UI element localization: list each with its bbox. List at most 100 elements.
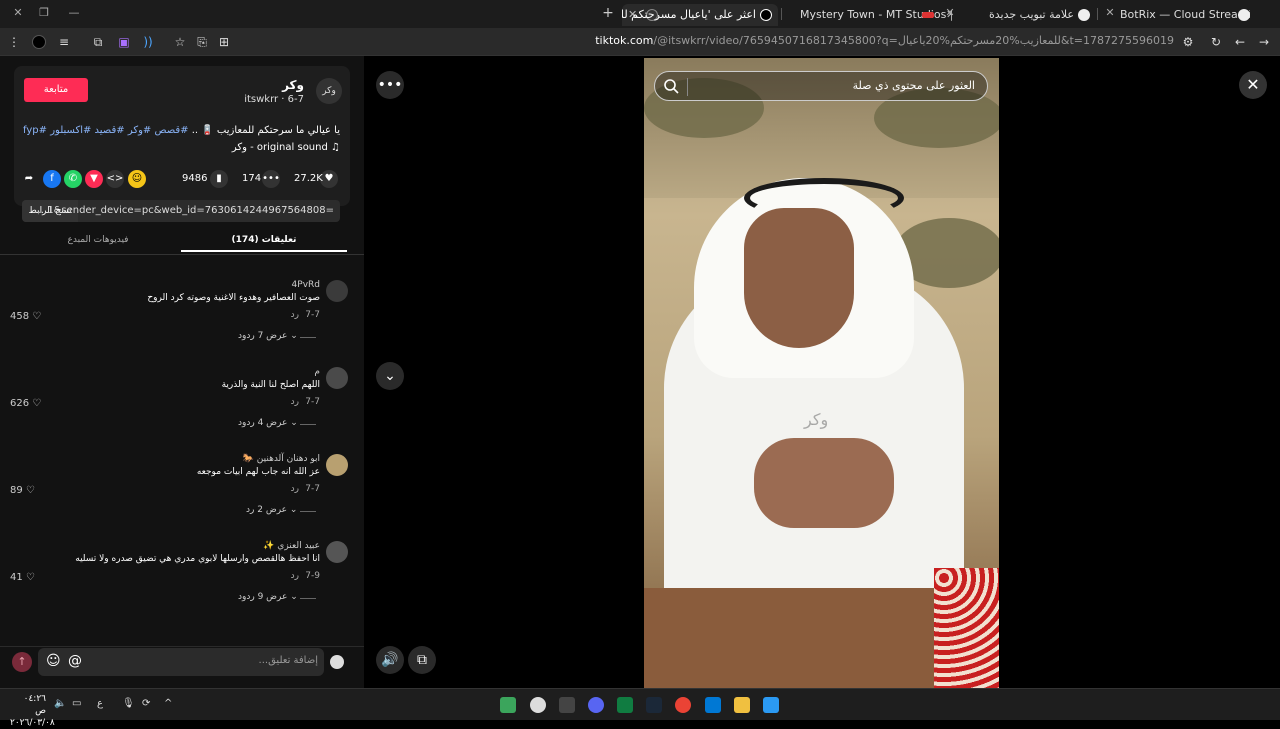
tab-comments[interactable]: تعليقات (174) bbox=[181, 228, 347, 252]
restore-window-icon[interactable]: ❐ bbox=[34, 4, 54, 22]
app-green-icon[interactable] bbox=[500, 697, 516, 713]
install-app-icon[interactable]: ⊞ bbox=[216, 34, 232, 50]
commenter-avatar[interactable] bbox=[326, 541, 348, 563]
playlist-icon[interactable]: ≡ bbox=[56, 34, 72, 50]
commenter-name[interactable]: عبيد العنزي ✨ bbox=[263, 541, 320, 551]
app-swirl-icon[interactable] bbox=[559, 697, 575, 713]
facebook-icon[interactable]: f bbox=[43, 170, 61, 188]
sync-icon[interactable]: ⟳ bbox=[142, 698, 150, 709]
comment-like[interactable]: 626 ♡ bbox=[10, 398, 41, 409]
store-icon[interactable] bbox=[705, 697, 721, 713]
reload-icon[interactable]: ↻ bbox=[1208, 34, 1224, 50]
reply-button[interactable]: رد bbox=[291, 397, 299, 407]
close-tab-icon[interactable]: ✕ bbox=[1100, 4, 1120, 22]
chevron-down-icon: ⌄ bbox=[287, 592, 298, 602]
tab-new-tab[interactable]: علامة تبويب جديدة bbox=[968, 4, 1092, 26]
share-link-text[interactable]: ...1&sender_device=pc&web_id=76306142449… bbox=[38, 205, 334, 216]
comment-text: صوت العصافير وهدوء الاغنية وصوته كرد الر… bbox=[147, 293, 320, 303]
reply-button[interactable]: رد bbox=[291, 310, 299, 320]
picture-in-picture-icon[interactable]: ⧉ bbox=[408, 646, 436, 674]
site-settings-icon[interactable]: ⚙ bbox=[1180, 34, 1196, 50]
file-explorer-icon[interactable] bbox=[734, 697, 750, 713]
comment-date: 7-7 bbox=[305, 397, 320, 407]
follow-button[interactable]: متابعة bbox=[24, 78, 88, 102]
new-tab-button[interactable]: + bbox=[598, 4, 618, 22]
tray-chevron-icon[interactable]: ^ bbox=[164, 698, 172, 709]
comment-like[interactable]: 89 ♡ bbox=[10, 485, 35, 496]
profile-icon[interactable] bbox=[32, 35, 46, 49]
language-indicator[interactable]: ع bbox=[97, 698, 103, 709]
comment-icon[interactable]: ••• bbox=[262, 170, 280, 188]
reply-button[interactable]: رد bbox=[291, 571, 299, 581]
emoji-icon[interactable]: ☺ bbox=[46, 653, 61, 669]
discord-icon[interactable] bbox=[588, 697, 604, 713]
comment-text: اللهم اصلح لنا النية والذرية bbox=[221, 380, 320, 390]
twitch-icon[interactable]: ▣ bbox=[116, 34, 132, 50]
network-icon[interactable]: ▭ bbox=[72, 698, 81, 709]
chevron-down-icon: ⌄ bbox=[287, 505, 298, 515]
close-tab-icon[interactable]: ✕ bbox=[940, 4, 960, 22]
video-player[interactable]: وكر bbox=[644, 58, 999, 688]
view-replies-button[interactable]: ⌄ عرض 7 ردود bbox=[238, 331, 298, 341]
bookmark-star-icon[interactable]: ☆ bbox=[172, 34, 188, 50]
send-arrow-icon[interactable]: ↑ bbox=[12, 652, 32, 672]
steam-icon[interactable] bbox=[646, 697, 662, 713]
creator-name[interactable]: وكر bbox=[282, 78, 304, 92]
tab-botrix[interactable]: BotRix — Cloud Streaming Bot bbox=[1118, 4, 1250, 26]
replies-divider bbox=[300, 511, 316, 512]
view-replies-button[interactable]: ⌄ عرض 4 ردود bbox=[238, 418, 298, 428]
back-icon[interactable]: ← bbox=[1232, 34, 1248, 50]
whatsapp-icon[interactable]: ✆ bbox=[64, 170, 82, 188]
microphone-icon[interactable]: 🎙 bbox=[122, 698, 135, 709]
send-friends-icon[interactable]: ▼ bbox=[85, 170, 103, 188]
comment-like[interactable]: 41 ♡ bbox=[10, 572, 35, 583]
more-options-icon[interactable]: ••• bbox=[376, 71, 404, 99]
menu-dots-icon[interactable]: ⋮ bbox=[6, 34, 22, 50]
tab-tiktok-search[interactable]: ✕ اعثر على 'ياعيال مسرحتكم للـ bbox=[622, 4, 778, 26]
tab-creator-videos[interactable]: فيديوهات المبدع bbox=[15, 228, 181, 252]
related-search-box[interactable]: العثور على محتوى ذي صلة bbox=[654, 71, 988, 101]
close-window-icon[interactable]: ✕ bbox=[8, 4, 28, 22]
windows-start-icon[interactable] bbox=[763, 697, 779, 713]
minimize-window-icon[interactable]: — bbox=[64, 4, 84, 22]
user-avatar[interactable] bbox=[330, 655, 344, 669]
wave-icon[interactable]: )) bbox=[140, 34, 156, 50]
extensions-icon[interactable]: ⧉ bbox=[90, 34, 106, 50]
smiley-share-icon[interactable]: ☺ bbox=[128, 170, 146, 188]
system-clock[interactable]: ٠٤:٢٦ ص ٢٠٢٦/٠٣/٠٨ bbox=[10, 693, 55, 729]
scroll-down-chevron-icon[interactable]: ⌄ bbox=[376, 362, 404, 390]
commenter-name[interactable]: م bbox=[314, 367, 320, 377]
close-icon[interactable]: ✕ bbox=[1239, 71, 1267, 99]
search-icon[interactable] bbox=[663, 78, 679, 94]
commenter-name[interactable]: ابو دهنان آلدهنين 🐎 bbox=[243, 454, 320, 464]
commenter-avatar[interactable] bbox=[326, 280, 348, 302]
comment-like-count: 41 bbox=[10, 572, 23, 583]
view-replies-label: عرض 9 ردود bbox=[238, 592, 288, 602]
share-arrow-icon[interactable]: ➦ bbox=[20, 170, 38, 188]
chevron-down-icon: ⌄ bbox=[287, 331, 298, 341]
commenter-name[interactable]: 4PvRd bbox=[292, 280, 320, 290]
embed-code-icon[interactable]: <> bbox=[106, 170, 124, 188]
view-replies-button[interactable]: ⌄ عرض 2 رد bbox=[246, 505, 297, 515]
commenter-avatar[interactable] bbox=[326, 454, 348, 476]
tab-mystery-town[interactable]: Mystery Town - MT Studios | M ✕ bbox=[784, 4, 952, 26]
translate-icon[interactable]: ⎘ bbox=[194, 34, 210, 50]
browser-tab-strip: ✕ ❐ — + ✕ اعثر على 'ياعيال مسرحتكم للـ M… bbox=[0, 0, 1280, 28]
forward-icon[interactable]: → bbox=[1256, 34, 1272, 50]
volume-icon[interactable]: 🔊 bbox=[376, 646, 404, 674]
creator-avatar[interactable]: وكر bbox=[316, 78, 342, 104]
sound-link[interactable]: ♫ original sound - وكر bbox=[232, 142, 340, 153]
app-clock-icon[interactable] bbox=[530, 697, 546, 713]
comment-like[interactable]: 458 ♡ bbox=[10, 311, 41, 322]
caption-hashtags[interactable]: #قصص #وكر #قصيد #اكسبلور #fyp bbox=[23, 125, 189, 136]
reply-button[interactable]: رد bbox=[291, 484, 299, 494]
view-replies-button[interactable]: ⌄ عرض 9 ردود bbox=[238, 592, 298, 602]
xbox-icon[interactable] bbox=[617, 697, 633, 713]
mention-icon[interactable]: @ bbox=[68, 653, 82, 669]
speaker-icon[interactable]: 🔈 bbox=[54, 698, 66, 709]
chrome-taskbar-icon[interactable] bbox=[675, 697, 691, 713]
comment-input[interactable]: إضافة تعليق... ☺ @ bbox=[38, 648, 324, 676]
bookmark-icon[interactable]: ▮ bbox=[210, 170, 228, 188]
url-field[interactable]: tiktok.com/@itswkrr/video/76594507168173… bbox=[360, 34, 1174, 50]
commenter-avatar[interactable] bbox=[326, 367, 348, 389]
